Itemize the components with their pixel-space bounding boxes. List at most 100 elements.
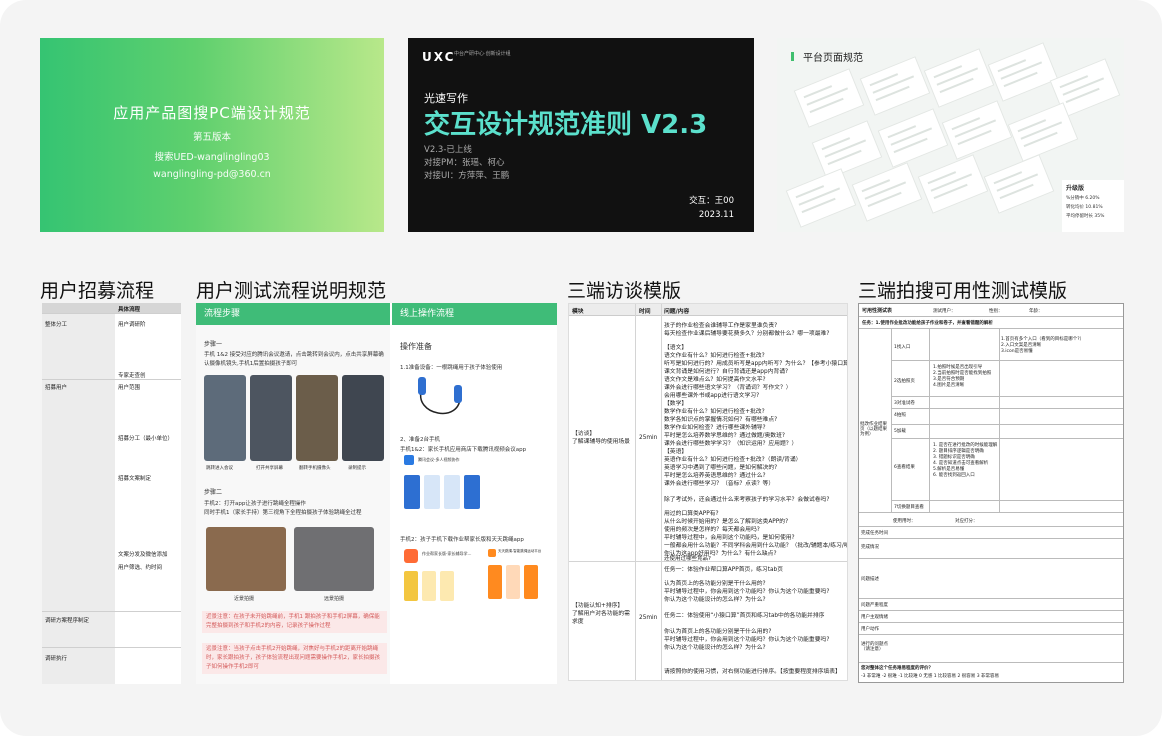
module-time: 25min xyxy=(639,435,658,441)
task-line: 请按照你的使用习惯，对右侧功能进行排序。【按重要程度排序填表】 xyxy=(664,669,841,675)
phone-screenshot xyxy=(342,375,384,461)
row-label: 调研方案程序制定 xyxy=(45,618,90,624)
row-divider xyxy=(859,598,1123,599)
app-screenshot xyxy=(524,565,538,599)
task-line: 任务一：体验作业帮口算APP首页，练习tab页 xyxy=(664,567,784,573)
doc-recruit-table[interactable]: 具体流程 整体分工 用户调研阶 专家走查创 招募用户 用户范围 招募分工（最小单… xyxy=(42,303,181,684)
section-heading-interview: 三端访谈模版 xyxy=(567,280,682,302)
column-header: 具体流程 xyxy=(118,307,141,313)
shot-caption: 翻转手机摄像头 xyxy=(299,466,331,471)
prep-title: 操作准备 xyxy=(400,342,432,351)
row-divider xyxy=(859,610,1123,611)
shot-caption: 跳转进入会议 xyxy=(206,466,233,471)
field-label: 完成情况 xyxy=(861,545,879,550)
homework-app-icon xyxy=(404,549,418,563)
column-header: 模块 xyxy=(572,309,584,315)
page-thumbnail xyxy=(851,162,923,222)
prep-item-text: 手机1&2：家长手机应用商店下载腾讯视频会议app xyxy=(400,447,527,453)
photo-caption: 近景拍摄 xyxy=(234,596,255,602)
app-screenshot xyxy=(506,565,520,599)
jump-app-icon xyxy=(488,549,496,557)
section-heading-usability: 三端拍搜可用性测试模版 xyxy=(858,280,1068,302)
column-divider xyxy=(661,304,662,680)
module-time: 25min xyxy=(639,615,658,621)
meta-line: 对接PM：张瑶、柯心 xyxy=(424,158,505,168)
module-label: 【访谈】 了解课辅导的使用场景 xyxy=(572,431,630,445)
phone-screenshot xyxy=(204,375,246,461)
warning-note: 远景注意：当孩子点击手机2开始跳绳，对焦好与手机2的距离开始跳绳时，家长跟拍孩子… xyxy=(202,643,387,674)
app-name: 作业帮家长版-家长辅导学… xyxy=(422,551,472,556)
field-label: 性别： xyxy=(989,309,1003,314)
row-divider xyxy=(859,634,1123,635)
row-divider xyxy=(859,328,1123,329)
task-line: 你认为这个功能设计的怎么样？为什么? xyxy=(664,645,766,651)
step-note: 6. 能否找到返回入口 xyxy=(933,473,975,478)
field-label: 问题描述 xyxy=(861,577,879,582)
step-text: 手机2：打开app让孩子进行跳绳全程操作 同时手机1（家长手持）第三视角下全程拍… xyxy=(204,501,362,516)
question-line: 还使用过哪些竞品? xyxy=(664,556,711,562)
row-divider xyxy=(42,313,181,314)
step-label: 3对准试卷 xyxy=(894,401,915,406)
row-divider xyxy=(859,526,1123,527)
column-divider xyxy=(999,328,1000,512)
meeting-app-icon xyxy=(404,455,414,465)
app-name: 腾讯会议-多人视频协作 xyxy=(418,457,460,462)
rating-scale: -3 非常难 -2 很难 -1 比较难 0 无感 1 比较容易 2 很容易 3 … xyxy=(861,674,1000,679)
cover-footer: 交互：王00 2023.11 xyxy=(689,194,734,222)
row-value: 用户范围 xyxy=(118,385,141,391)
meta-line: V2.3-已上线 xyxy=(424,145,472,155)
column-divider xyxy=(635,304,636,680)
row-divider xyxy=(42,379,181,380)
cover-title: 交互设计规范准则 V2.3 xyxy=(424,110,708,140)
phone-screenshot xyxy=(250,375,292,461)
step-label: 5加载 xyxy=(894,429,906,434)
right-header: 线上操作流程 xyxy=(392,303,557,325)
doc-interview-template[interactable]: 模块 时间 问题/内容 【访谈】 了解课辅导的使用场景 25min 【功能认知+… xyxy=(568,303,848,681)
page-thumbnail xyxy=(941,100,1013,160)
cover-card-platform-spec[interactable]: 平台页面规范 升级版 %分销中 6.20% 转化均价 10.81% 平均停留时长… xyxy=(777,38,1124,232)
row-divider xyxy=(891,408,1123,409)
row-value: 用户调研阶 xyxy=(118,322,146,328)
phone-screenshot xyxy=(296,375,338,461)
step-note: 4.图片是否清晰 xyxy=(933,383,965,388)
question-line: 每天检查作业课后辅导要花费多久？分别都做什么？哪一项最难? xyxy=(664,331,830,337)
app-screenshot xyxy=(424,475,440,509)
column-header: 问题/内容 xyxy=(664,309,690,315)
doc-test-flow[interactable]: 流程步骤 线上操作流程 步骤一 手机 1&2 接受对应的腾讯会议邀请，点击跳转到… xyxy=(196,303,557,684)
app-screenshot xyxy=(440,571,454,601)
row-divider xyxy=(859,538,1123,539)
row-value: 用户筛选、约时间 xyxy=(118,565,163,571)
page-thumbnail xyxy=(983,154,1055,214)
photo-close-shot xyxy=(206,527,286,591)
stats-line: 平均停留时长 35% xyxy=(1066,214,1105,219)
row-divider xyxy=(859,512,1123,513)
field-label: 进行的问题点（请注意） xyxy=(861,642,888,652)
cover-card-interaction-spec[interactable]: UXC 中台产研中心·创新设计组 光速写作 交互设计规范准则 V2.3 V2.3… xyxy=(408,38,754,232)
step-label: 6查看结果 xyxy=(894,465,915,470)
page-thumbnail xyxy=(785,168,857,228)
form-title: 可用性测试表 xyxy=(862,308,893,314)
column-divider xyxy=(929,328,930,512)
uxc-logo-subtitle: 中台产研中心·创新设计组 xyxy=(454,51,511,57)
stats-line: %分销中 6.20% xyxy=(1066,196,1100,201)
field-label: 年龄： xyxy=(1029,309,1043,314)
title-accent-bar xyxy=(791,52,794,61)
app-screenshot xyxy=(464,475,480,509)
gallery-board: 应用产品图搜PC端设计规范 第五版本 搜索UED-wanglingling03 … xyxy=(0,0,1162,736)
cover-card-search-spec[interactable]: 应用产品图搜PC端设计规范 第五版本 搜索UED-wanglingling03 … xyxy=(40,38,384,232)
warning-note: 近景注意：在孩子未开始跳绳前，手机1 跟拍孩子和手机2屏幕，确保能完整拍摄到孩子… xyxy=(202,611,387,633)
row-value: 招募分工（最小单位） xyxy=(118,436,174,442)
left-header: 流程步骤 xyxy=(196,303,390,325)
row-divider xyxy=(891,438,1123,439)
row-label: 调研执行 xyxy=(45,656,68,662)
field-label: 问题严重程度 xyxy=(861,603,888,608)
cover-title: 平台页面规范 xyxy=(803,53,863,64)
task-line: 你认为这个功能设计的怎么样？为什么? xyxy=(664,597,766,603)
page-thumbnail xyxy=(987,42,1059,102)
section-heading-recruit: 用户招募流程 xyxy=(40,280,155,302)
section-heading-test-flow: 用户测试流程说明规范 xyxy=(196,280,387,302)
row-divider xyxy=(859,558,1123,559)
doc-usability-template[interactable]: 可用性测试表 测试用户： 性别： 年龄： 任务：1.使用作业批改功能给孩子作业和… xyxy=(858,303,1124,683)
app-name: 天天跳绳-智能跳绳运动平台 xyxy=(498,549,542,553)
prep-item: 手机2：孩子手机下载作业帮家长版和天天跳绳app xyxy=(400,537,524,543)
